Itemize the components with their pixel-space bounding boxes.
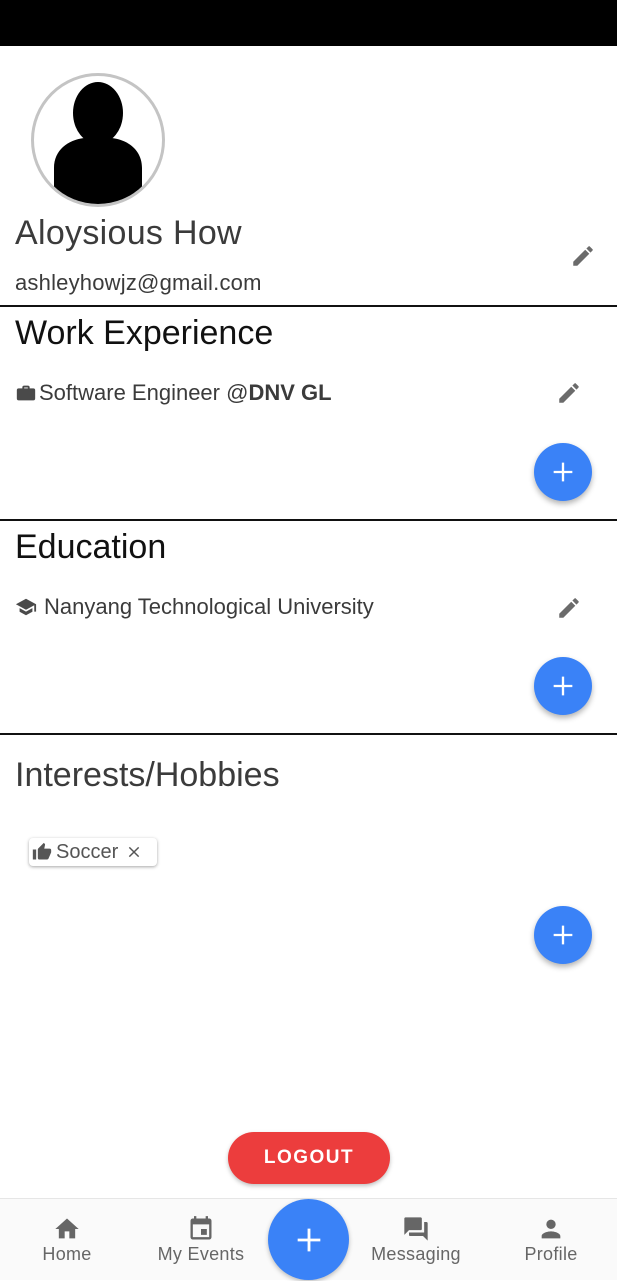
plus-icon	[553, 462, 573, 482]
remove-interest-close-icon[interactable]	[126, 844, 142, 860]
briefcase-icon	[15, 382, 37, 404]
section-title-work-experience: Work Experience	[15, 314, 274, 352]
nav-label-profile: Profile	[524, 1244, 578, 1264]
nav-item-messaging[interactable]: Messaging	[366, 1199, 466, 1281]
add-work-experience-button[interactable]	[534, 443, 592, 501]
work-role: Software Engineer @	[39, 380, 249, 405]
section-divider	[0, 733, 617, 735]
section-title-interests: Interests/Hobbies	[15, 756, 280, 794]
profile-name: Aloysious How	[15, 214, 242, 252]
plus-icon	[553, 925, 573, 945]
person-icon	[537, 1215, 565, 1243]
interest-chip-label: Soccer	[56, 840, 119, 863]
nav-item-my-events[interactable]: My Events	[151, 1199, 251, 1281]
avatar	[31, 73, 165, 207]
plus-icon	[297, 1228, 320, 1251]
nav-label-messaging: Messaging	[371, 1244, 461, 1264]
education-item: Nanyang Technological University	[15, 594, 374, 620]
profile-email: ashleyhowjz@gmail.com	[15, 270, 262, 295]
graduation-cap-icon	[15, 596, 37, 618]
section-title-education: Education	[15, 528, 167, 566]
section-divider	[0, 519, 617, 521]
education-school: Nanyang Technological University	[44, 594, 374, 619]
logout-button[interactable]: LOGOUT	[228, 1132, 390, 1184]
nav-label-my-events: My Events	[157, 1244, 245, 1264]
edit-profile-button[interactable]	[568, 241, 598, 271]
pencil-icon	[559, 598, 579, 618]
chat-icon	[402, 1215, 430, 1243]
thumbs-up-icon	[32, 842, 52, 862]
home-icon	[53, 1215, 81, 1243]
pencil-icon	[573, 246, 593, 266]
add-interest-button[interactable]	[534, 906, 592, 964]
person-avatar-icon	[54, 82, 142, 204]
interest-chip[interactable]: Soccer	[29, 838, 157, 866]
edit-education-button[interactable]	[554, 593, 584, 623]
calendar-icon	[187, 1215, 215, 1243]
section-divider	[0, 305, 617, 307]
plus-icon	[553, 676, 573, 696]
status-bar	[0, 0, 617, 46]
nav-item-profile[interactable]: Profile	[511, 1199, 591, 1281]
create-event-button[interactable]	[268, 1199, 349, 1280]
work-experience-item: Software Engineer @ DNV GL	[15, 380, 332, 406]
nav-label-home: Home	[42, 1244, 92, 1264]
add-education-button[interactable]	[534, 657, 592, 715]
work-company: DNV GL	[248, 380, 332, 405]
nav-item-home[interactable]: Home	[27, 1199, 107, 1281]
edit-work-experience-button[interactable]	[554, 378, 584, 408]
pencil-icon	[559, 383, 579, 403]
